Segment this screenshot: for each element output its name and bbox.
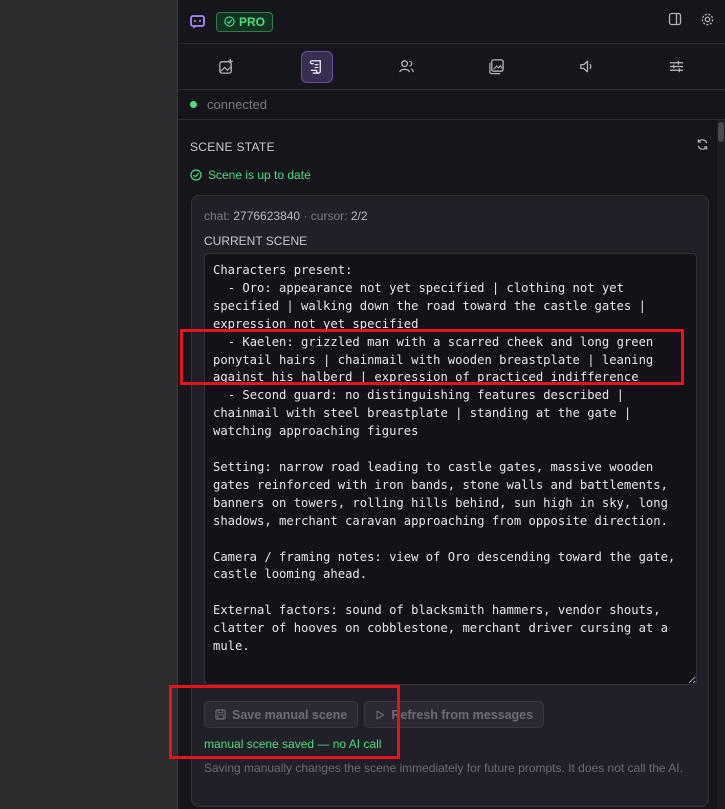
- tab-characters[interactable]: [391, 51, 423, 83]
- help-text: Saving manually changes the scene immedi…: [204, 761, 683, 775]
- up-to-date-status: Scene is up to date: [190, 168, 311, 182]
- chat-logo-icon[interactable]: [188, 12, 208, 32]
- cursor-value: 2/2: [350, 209, 368, 223]
- button-row: Save manual scene Refresh from messages: [204, 701, 545, 728]
- scrollbar-thumb[interactable]: [718, 122, 724, 142]
- gear-icon[interactable]: [700, 12, 715, 32]
- users-icon: [399, 60, 414, 73]
- speaker-icon: [579, 60, 592, 73]
- tab-scene[interactable]: [300, 50, 333, 83]
- section-title: SCENE STATE: [190, 140, 275, 154]
- tab-bar: [178, 44, 725, 90]
- scroll-icon: [309, 60, 322, 74]
- scene-textarea[interactable]: Characters present: - Oro: appearance no…: [204, 253, 697, 685]
- panel-scrollbar[interactable]: [717, 120, 725, 809]
- connection-status: connected: [178, 90, 725, 120]
- refresh-from-messages-button[interactable]: Refresh from messages: [364, 701, 545, 728]
- gallery-icon: [489, 59, 504, 75]
- check-circle-icon: [224, 16, 235, 27]
- status-text: connected: [207, 97, 267, 112]
- panel-header: PRO: [178, 0, 725, 44]
- tab-image-add[interactable]: [211, 51, 243, 83]
- tab-audio[interactable]: [570, 51, 602, 83]
- tab-gallery[interactable]: [480, 51, 512, 83]
- image-add-icon: [219, 58, 234, 74]
- save-manual-scene-button[interactable]: Save manual scene: [204, 701, 359, 728]
- scene-state-header: SCENE STATE: [190, 138, 709, 156]
- status-dot: [190, 101, 197, 108]
- sliders-icon: [669, 60, 683, 73]
- save-icon: [215, 709, 226, 720]
- extension-panel: PRO connected SCENE STATE Scene is up to…: [177, 0, 725, 809]
- editor-background: [0, 0, 177, 809]
- pro-badge: PRO: [216, 11, 274, 32]
- play-icon: [376, 709, 385, 720]
- chat-id: 2776623840: [233, 209, 301, 223]
- chat-meta: chat: 2776623840 · cursor: 2/2: [204, 209, 368, 223]
- current-scene-label: CURRENT SCENE: [204, 234, 308, 248]
- check-circle-icon: [190, 169, 202, 181]
- scene-card: chat: 2776623840 · cursor: 2/2 CURRENT S…: [191, 195, 709, 807]
- sidebar-toggle-icon[interactable]: [668, 12, 682, 31]
- refresh-icon[interactable]: [696, 138, 709, 156]
- saved-message: manual scene saved — no AI call: [204, 737, 382, 751]
- tab-settings[interactable]: [660, 51, 692, 83]
